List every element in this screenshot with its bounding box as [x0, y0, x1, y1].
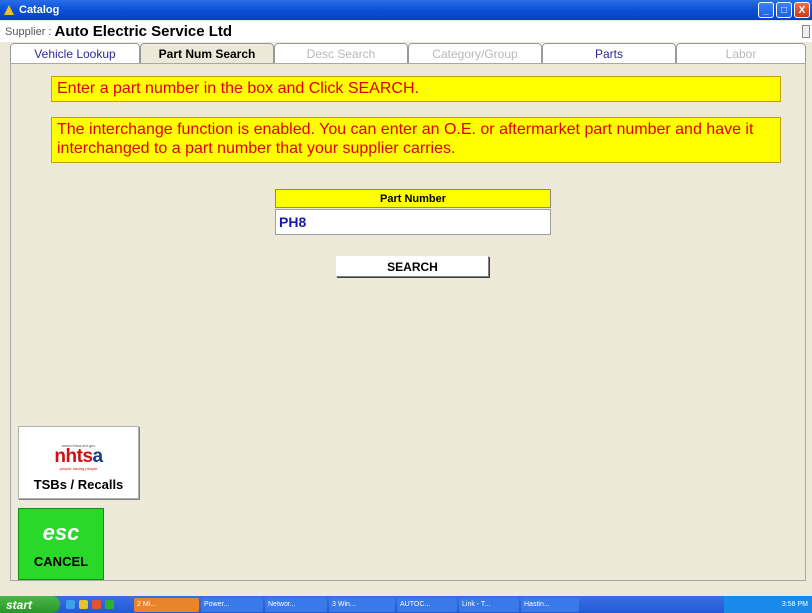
task-item[interactable]: AUTOC... [397, 597, 457, 612]
nhtsa-wordmark: nhtsa [54, 446, 104, 467]
supplier-name: Auto Electric Service Ltd [54, 23, 233, 40]
task-item[interactable]: Hastin... [521, 597, 579, 612]
tsb-recalls-label: TSBs / Recalls [33, 477, 124, 492]
search-button[interactable]: SEARCH [336, 256, 489, 277]
tsb-recalls-button[interactable]: www.nhtsa.dot.gov nhtsa people saving pe… [18, 426, 139, 499]
task-item[interactable]: Link - T... [459, 597, 519, 612]
task-item[interactable]: Networ... [265, 597, 327, 612]
windows-taskbar: start 2 Mi... Power... Networ... 3 Win..… [0, 596, 812, 613]
tab-part-num-search[interactable]: Part Num Search [140, 43, 274, 63]
tab-desc-search[interactable]: Desc Search [274, 43, 408, 63]
supplier-row: Supplier : Auto Electric Service Ltd [0, 21, 812, 42]
close-button[interactable]: X [794, 2, 810, 18]
task-item[interactable]: 2 Mi... [134, 597, 199, 612]
catalog-app-icon [4, 4, 15, 16]
nhtsa-wordmark-blue: a [92, 446, 104, 467]
quick-launch [66, 600, 114, 609]
media-icon[interactable] [92, 600, 101, 609]
window-title: Catalog [19, 4, 60, 16]
nhtsa-wordmark-red: nhts [54, 446, 93, 467]
task-item[interactable]: Power... [201, 597, 263, 612]
app-icon[interactable] [105, 600, 114, 609]
minimize-button[interactable]: _ [758, 2, 774, 18]
tab-vehicle-lookup[interactable]: Vehicle Lookup [10, 43, 140, 63]
task-item[interactable]: 3 Win... [329, 597, 395, 612]
tab-labor[interactable]: Labor [676, 43, 806, 63]
ie-icon[interactable] [66, 600, 75, 609]
part-number-header: Part Number [275, 189, 551, 208]
part-search-panel: Enter a part number in the box and Click… [10, 63, 806, 581]
instruction-notice: Enter a part number in the box and Click… [51, 76, 781, 102]
maximize-button[interactable]: □ [776, 2, 792, 18]
cancel-label: CANCEL [33, 553, 89, 569]
part-number-input[interactable] [275, 209, 551, 235]
interchange-notice: The interchange function is enabled. You… [51, 117, 781, 163]
tab-parts[interactable]: Parts [542, 43, 676, 63]
folder-icon[interactable] [79, 600, 88, 609]
nhtsa-tagline: people saving people [59, 466, 98, 471]
clock: 3:58 PM [781, 601, 808, 608]
tab-category-group[interactable]: Category/Group [408, 43, 542, 63]
tab-bar: Vehicle Lookup Part Num Search Desc Sear… [10, 43, 806, 63]
window-controls: _ □ X [758, 2, 810, 18]
supplier-scroll-handle[interactable] [802, 25, 810, 38]
nhtsa-logo: www.nhtsa.dot.gov nhtsa people saving pe… [54, 443, 104, 471]
title-bar: Catalog _ □ X [0, 0, 812, 20]
system-tray: 3:58 PM [724, 596, 812, 613]
esc-key-label: esc [42, 519, 80, 545]
supplier-label: Supplier : [5, 25, 52, 38]
start-button[interactable]: start [0, 596, 60, 613]
cancel-button[interactable]: esc CANCEL [18, 508, 104, 580]
